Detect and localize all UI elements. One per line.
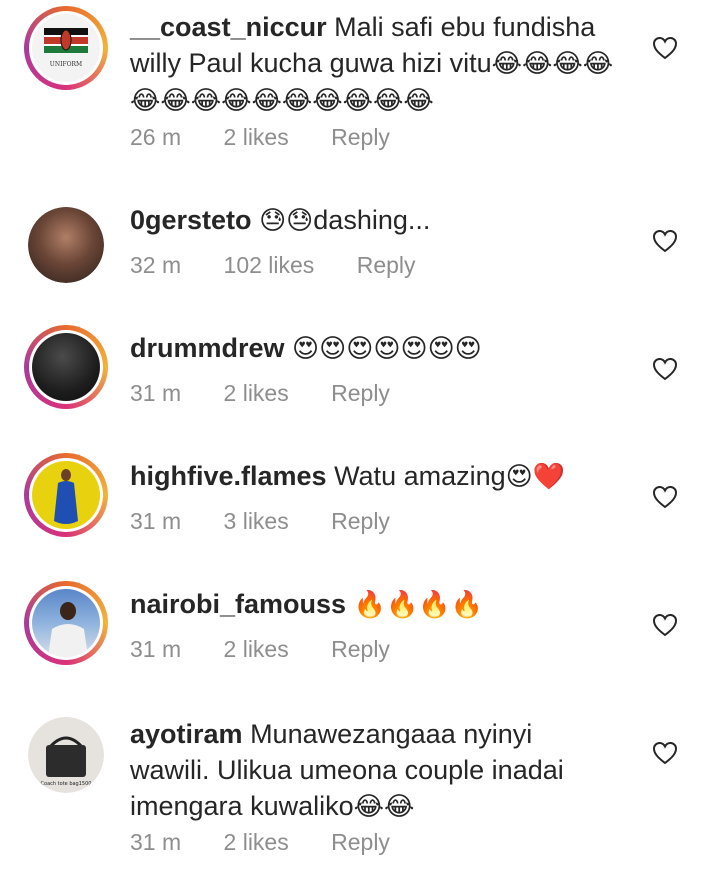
comment-emojis: 😂😂 [353, 792, 415, 822]
comment-emojis: 😍😍😍😍😍😍😍 [292, 334, 482, 364]
avatar: UNIFORM [29, 11, 103, 85]
comment-username[interactable]: __coast_niccur [130, 12, 327, 42]
reply-button[interactable]: Reply [331, 636, 390, 663]
comment-time: 31 m [130, 829, 182, 855]
comment-body: highfive.flames Watu amazing😍❤️ [130, 458, 630, 495]
comment-body: __coast_niccur Mali safi ebu fundisha wi… [130, 9, 625, 119]
heart-outline-icon [652, 36, 678, 60]
comment-meta: 32 m 102 likes Reply [130, 252, 416, 279]
kenya-flag-image: UNIFORM [32, 14, 100, 82]
comment-text-after: dashing... [313, 205, 431, 235]
comment-likes[interactable]: 3 likes [224, 508, 289, 535]
comment-likes[interactable]: 2 likes [224, 380, 289, 407]
comment-emojis: 😓😓 [259, 206, 314, 236]
story-ring[interactable] [24, 581, 108, 665]
comment-body: drummdrew 😍😍😍😍😍😍😍 [130, 330, 630, 367]
like-button[interactable] [652, 741, 678, 765]
comment-body: ayotiram Munawezangaaa nyinyi wawili. Ul… [130, 716, 610, 825]
comment-time: 31 m [130, 508, 182, 534]
avatar: Coach tote bag1500 [28, 717, 104, 793]
comment-meta: 31 m 3 likes Reply [130, 508, 390, 535]
comment-time: 26 m [130, 124, 182, 150]
reply-button[interactable]: Reply [357, 252, 416, 279]
comment-text [346, 589, 354, 619]
comment-emojis: 🔥🔥🔥🔥 [353, 590, 484, 620]
comment-likes[interactable]: 2 likes [224, 829, 289, 856]
comment-time: 32 m [130, 252, 182, 278]
like-button[interactable] [652, 485, 678, 509]
like-button[interactable] [652, 357, 678, 381]
comment-likes[interactable]: 2 likes [224, 636, 289, 663]
comment-body: nairobi_famouss 🔥🔥🔥🔥 [130, 586, 630, 623]
avatar [29, 330, 103, 404]
avatar-label: Coach tote bag1500 [41, 781, 92, 787]
comment-meta: 31 m 2 likes Reply [130, 380, 390, 407]
story-ring[interactable] [24, 203, 108, 287]
comment-time: 31 m [130, 636, 182, 662]
comment-body: 0gersteto 😓😓dashing... [130, 202, 630, 239]
like-button[interactable] [652, 613, 678, 637]
heart-outline-icon [652, 485, 678, 509]
comment-username[interactable]: highfive.flames [130, 461, 327, 491]
story-ring[interactable]: Coach tote bag1500 [24, 713, 108, 797]
comment-likes[interactable]: 2 likes [224, 124, 289, 151]
comment-username[interactable]: ayotiram [130, 719, 243, 749]
comment-time: 31 m [130, 380, 182, 406]
comment-text [285, 333, 293, 363]
reply-button[interactable]: Reply [331, 508, 390, 535]
comment-meta: 26 m 2 likes Reply [130, 124, 390, 151]
comment-emojis: 😍❤️ [505, 462, 566, 492]
comment-username[interactable]: nairobi_famouss [130, 589, 346, 619]
avatar [29, 458, 103, 532]
comment-meta: 31 m 2 likes Reply [130, 636, 390, 663]
avatar [29, 586, 103, 660]
reply-button[interactable]: Reply [331, 380, 390, 407]
heart-outline-icon [652, 229, 678, 253]
heart-outline-icon [652, 357, 678, 381]
person-image [54, 469, 78, 524]
avatar-label: UNIFORM [50, 61, 82, 68]
like-button[interactable] [652, 36, 678, 60]
bag-image: Coach tote bag1500 [41, 736, 92, 787]
like-button[interactable] [652, 229, 678, 253]
heart-outline-icon [652, 613, 678, 637]
story-ring[interactable] [24, 453, 108, 537]
heart-outline-icon [652, 741, 678, 765]
avatar [28, 207, 104, 283]
comment-meta: 31 m 2 likes Reply [130, 829, 390, 856]
reply-button[interactable]: Reply [331, 124, 390, 151]
story-ring[interactable]: UNIFORM [24, 6, 108, 90]
comment-text: Watu amazing [326, 461, 506, 491]
person-image [48, 602, 88, 657]
comment-username[interactable]: 0gersteto [130, 205, 252, 235]
story-ring[interactable] [24, 325, 108, 409]
reply-button[interactable]: Reply [331, 829, 390, 856]
comment-likes[interactable]: 102 likes [224, 252, 315, 279]
comment-username[interactable]: drummdrew [130, 333, 285, 363]
